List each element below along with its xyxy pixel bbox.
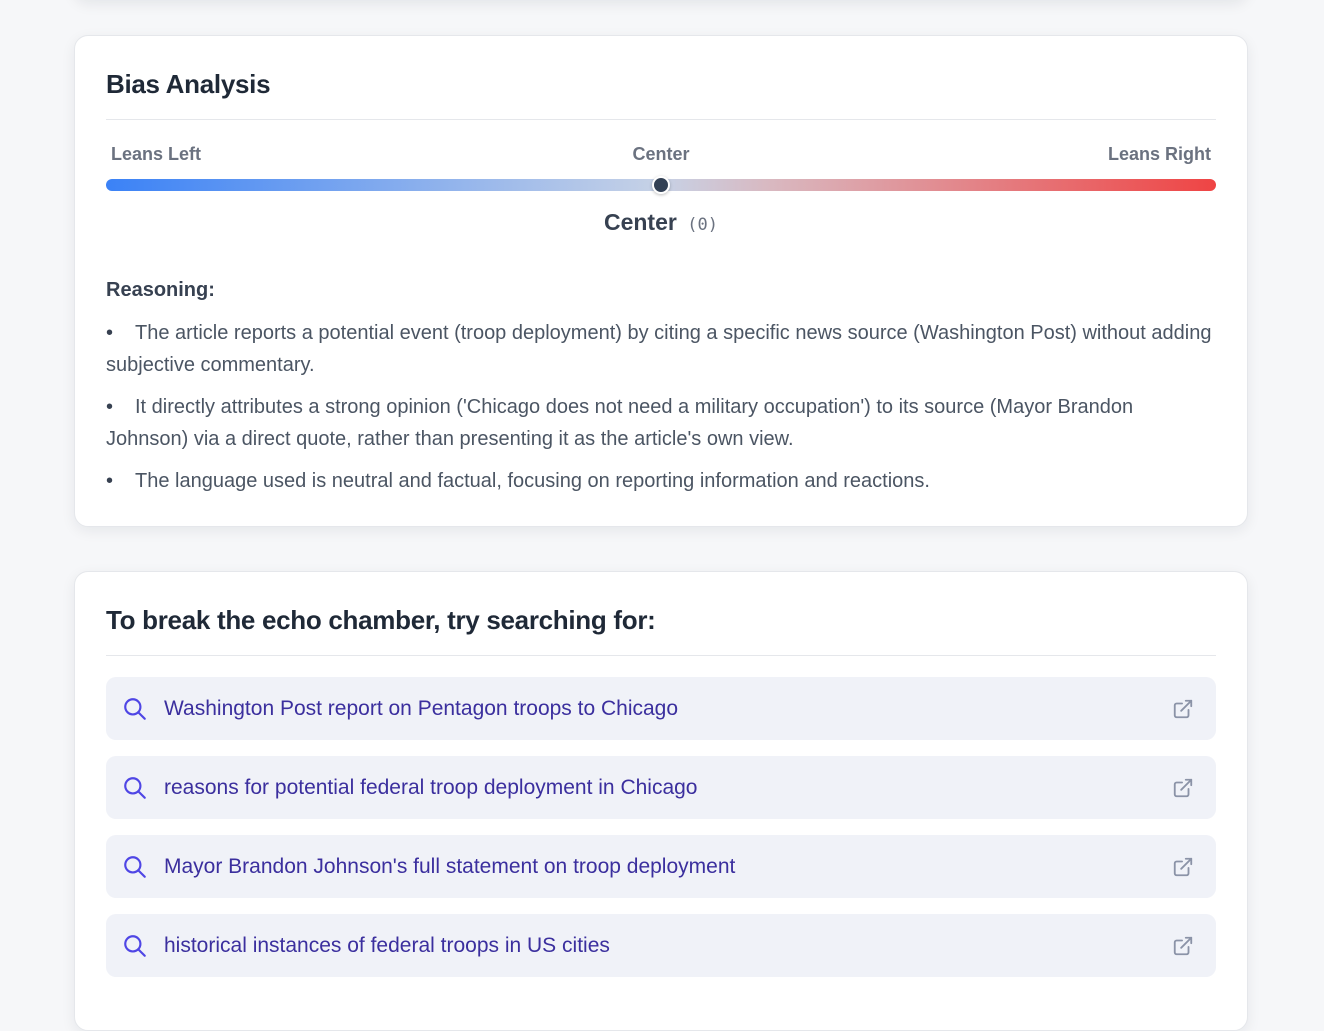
scale-label-left: Leans Left: [111, 144, 202, 164]
suggested-search-item[interactable]: reasons for potential federal troop depl…: [106, 756, 1216, 819]
bias-result-score: (0): [687, 215, 719, 235]
search-icon: [124, 776, 146, 799]
search-icon: [124, 855, 146, 878]
search-icon: [124, 934, 146, 957]
echo-chamber-title: To break the echo chamber, try searching…: [106, 572, 1216, 656]
suggested-search-list: Washington Post report on Pentagon troop…: [106, 677, 1216, 977]
search-query[interactable]: historical instances of federal troops i…: [164, 934, 1172, 958]
scale-label-center: Center: [632, 144, 690, 164]
scale-label-right: Leans Right: [1107, 144, 1211, 164]
reasoning-heading: Reasoning:: [106, 279, 215, 301]
reasoning-list: The article reports a potential event (t…: [106, 317, 1216, 497]
reasoning-item: It directly attributes a strong opinion …: [106, 391, 1216, 455]
bias-scale-marker: [652, 176, 670, 194]
bias-analysis-card: Bias Analysis Leans Left Center Leans Ri…: [74, 35, 1248, 527]
suggested-search-item[interactable]: Washington Post report on Pentagon troop…: [106, 677, 1216, 740]
bias-result: Center (0): [106, 209, 1216, 239]
search-query[interactable]: reasons for potential federal troop depl…: [164, 776, 1172, 800]
external-link-icon[interactable]: [1172, 698, 1194, 720]
search-icon: [124, 697, 146, 720]
reasoning-item: The language used is neutral and factual…: [106, 465, 1216, 497]
external-link-icon[interactable]: [1172, 777, 1194, 799]
external-link-icon[interactable]: [1172, 856, 1194, 878]
external-link-icon[interactable]: [1172, 935, 1194, 957]
search-query[interactable]: Washington Post report on Pentagon troop…: [164, 697, 1172, 721]
suggested-search-item[interactable]: historical instances of federal troops i…: [106, 914, 1216, 977]
bias-analysis-title: Bias Analysis: [106, 36, 1216, 120]
echo-chamber-card: To break the echo chamber, try searching…: [74, 571, 1248, 1031]
bias-scale-track: [106, 176, 1216, 194]
search-query[interactable]: Mayor Brandon Johnson's full statement o…: [164, 855, 1172, 879]
reasoning-item: The article reports a potential event (t…: [106, 317, 1216, 381]
suggested-search-item[interactable]: Mayor Brandon Johnson's full statement o…: [106, 835, 1216, 898]
bias-result-label: Center: [603, 209, 677, 235]
bias-scale-labels: Leans Left Center Leans Right: [106, 120, 1216, 176]
